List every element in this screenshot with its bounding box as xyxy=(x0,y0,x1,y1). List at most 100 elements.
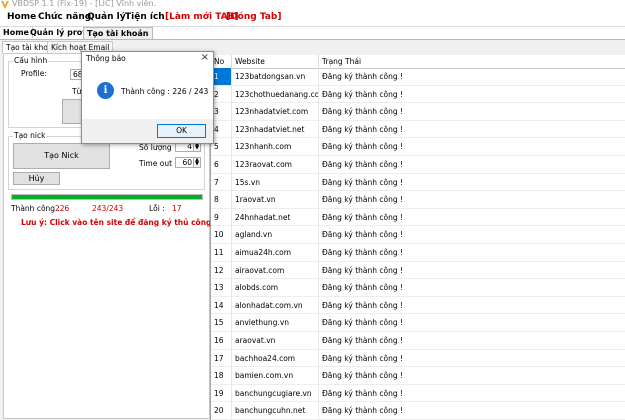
error-count: 17 xyxy=(172,204,182,213)
website-link[interactable]: banchungcugiare.vn xyxy=(232,384,319,402)
status-cell: Đăng ký thành công ! xyxy=(322,318,404,328)
menu-functions[interactable]: Chức năng xyxy=(38,12,91,22)
row-number: 1 xyxy=(211,68,232,85)
status-cell: Đăng ký thành công ! xyxy=(322,89,404,99)
table-row[interactable]: 10 agland.vn Đăng ký thành công ! xyxy=(211,226,625,244)
website-link[interactable]: alobds.com xyxy=(232,279,319,297)
website-link[interactable]: 123batdongsan.vn xyxy=(232,68,319,85)
row-number: 11 xyxy=(211,244,232,261)
menu-bar: Home Chức năng Quản lý Tiện ích [Làm mới… xyxy=(0,10,625,27)
table-row[interactable]: 8 1raovat.vn Đăng ký thành công ! xyxy=(211,191,625,209)
menu-home[interactable]: Home xyxy=(7,12,36,22)
website-link[interactable]: 24hnhadat.net xyxy=(232,208,319,226)
table-row[interactable]: 17 bachhoa24.com Đăng ký thành công ! xyxy=(211,349,625,368)
document-tabs: Home Quản lý profile Tạo tài khoản xyxy=(0,27,625,40)
status-cell: Đăng ký thành công ! xyxy=(322,160,404,169)
notification-dialog: Thông báo × i Thành công : 226 / 243 OK xyxy=(81,51,214,144)
table-row[interactable]: 19 banchungcugiare.vn Đăng ký thành công ! xyxy=(211,384,625,403)
row-number: 5 xyxy=(211,138,232,156)
manual-registration-note: Lưu ý: Click vào tên site để đăng ký thủ… xyxy=(21,218,215,227)
table-row[interactable]: 3 123nhadatviet.com Đăng ký thành công ! xyxy=(211,103,625,121)
row-number: 12 xyxy=(211,261,232,279)
create-group: Tạo nick Tạo Nick Hủy Số lượng 4 ▲ ▼ Time… xyxy=(8,131,205,190)
status-cell: Đăng ký thành công ! xyxy=(322,248,404,257)
table-row[interactable]: 13 alobds.com Đăng ký thành công ! xyxy=(211,279,625,297)
row-number: 10 xyxy=(211,226,232,244)
column-header-status[interactable]: Trạng Thái xyxy=(319,55,625,68)
website-link[interactable]: bamien.com.vn xyxy=(232,367,319,385)
row-number: 4 xyxy=(211,120,232,138)
column-header-website[interactable]: Website xyxy=(232,55,319,68)
table-row[interactable]: 9 24hnhadat.net Đăng ký thành công ! xyxy=(211,208,625,227)
table-row[interactable]: 5 123nhanh.com Đăng ký thành công ! xyxy=(211,138,625,156)
table-header: No Website Trạng Thái xyxy=(211,55,625,69)
window-title: VBDSP 1.1 (Fix-19) - [LIC] Vĩnh viễn. xyxy=(12,0,157,8)
table-row[interactable]: 6 123raovat.com Đăng ký thành công ! xyxy=(211,156,625,174)
website-link[interactable]: 123nhanh.com xyxy=(232,138,319,156)
ok-button[interactable]: OK xyxy=(157,124,206,138)
create-nick-button[interactable]: Tạo Nick xyxy=(13,143,110,169)
row-number: 8 xyxy=(211,191,232,209)
progress-bar xyxy=(11,194,203,200)
config-group-title: Cấu hình xyxy=(13,56,49,65)
dialog-title: Thông báo xyxy=(86,54,126,63)
status-cell: Đăng ký thành công ! xyxy=(322,300,404,310)
table-row[interactable]: 14 alonhadat.com.vn Đăng ký thành công ! xyxy=(211,296,625,315)
create-group-title: Tạo nick xyxy=(13,131,47,140)
table-row[interactable]: 18 bamien.com.vn Đăng ký thành công ! xyxy=(211,367,625,385)
timeout-spin-icon[interactable]: ▲ ▼ xyxy=(193,158,200,167)
row-number: 9 xyxy=(211,208,232,226)
tab-create-account[interactable]: Tạo tài khoản xyxy=(83,27,153,39)
row-number: 20 xyxy=(211,402,232,420)
status-cell: Đăng ký thành công ! xyxy=(322,124,404,134)
status-cell: Đăng ký thành công ! xyxy=(322,72,404,81)
menu-manage[interactable]: Quản lý xyxy=(87,12,126,22)
website-link[interactable]: aimua24h.com xyxy=(232,244,319,261)
website-link[interactable]: alonhadat.com.vn xyxy=(232,296,319,314)
status-cell: Đăng ký thành công ! xyxy=(322,406,404,416)
website-link[interactable]: banchungcuhn.net xyxy=(232,402,319,420)
website-link[interactable]: agland.vn xyxy=(232,226,319,244)
status-cell: Đăng ký thành công ! xyxy=(322,371,404,381)
menu-utilities[interactable]: Tiện ích xyxy=(125,12,165,22)
table-row[interactable]: 2 123chothuedanang.com Đăng ký thành công … xyxy=(211,85,625,104)
status-cell: Đăng ký thành công ! xyxy=(322,283,404,293)
website-link[interactable]: anviethung.vn xyxy=(232,314,319,332)
row-number: 3 xyxy=(211,103,232,121)
success-count: 226 xyxy=(55,204,70,213)
website-link[interactable]: 15s.vn xyxy=(232,173,319,191)
table-row[interactable]: 1 123batdongsan.vn Đăng ký thành công ! xyxy=(211,68,625,86)
success-label: Thành công : xyxy=(11,204,60,213)
website-link[interactable]: airaovat.com xyxy=(232,261,319,279)
close-icon[interactable]: × xyxy=(201,52,209,63)
website-link[interactable]: 123chothuedanang.com xyxy=(232,85,319,103)
table-row[interactable]: 15 anviethung.vn Đăng ký thành công ! xyxy=(211,314,625,332)
quantity-label: Số lượng xyxy=(139,143,172,152)
results-table: No Website Trạng Thái 1 123batdongsan.vn Đ… xyxy=(210,55,625,420)
row-number: 16 xyxy=(211,332,232,349)
website-link[interactable]: 1raovat.vn xyxy=(232,191,319,209)
table-row[interactable]: 11 aimua24h.com Đăng ký thành công ! xyxy=(211,244,625,262)
website-link[interactable]: 123nhadatviet.com xyxy=(232,103,319,121)
row-number: 19 xyxy=(211,384,232,402)
profile-label: Profile: xyxy=(21,69,47,78)
table-row[interactable]: 20 banchungcuhn.net Đăng ký thành công ! xyxy=(211,402,625,420)
website-link[interactable]: 123raovat.com xyxy=(232,156,319,173)
menu-close-tab[interactable]: [Đóng Tab] xyxy=(226,12,281,22)
status-cell: Đăng ký thành công ! xyxy=(322,336,404,345)
table-row[interactable]: 7 15s.vn Đăng ký thành công ! xyxy=(211,173,625,192)
row-number: 13 xyxy=(211,279,232,297)
row-number: 14 xyxy=(211,296,232,314)
cancel-button[interactable]: Hủy xyxy=(13,172,60,185)
table-row[interactable]: 12 airaovat.com Đăng ký thành công ! xyxy=(211,261,625,280)
website-link[interactable]: 123nhadatviet.net xyxy=(232,120,319,138)
row-number: 18 xyxy=(211,367,232,385)
table-row[interactable]: 4 123nhadatviet.net Đăng ký thành công ! xyxy=(211,120,625,139)
column-header-no[interactable]: No xyxy=(211,55,232,68)
status-cell: Đăng ký thành công ! xyxy=(322,212,404,222)
table-row[interactable]: 16 araovat.vn Đăng ký thành công ! xyxy=(211,332,625,350)
website-link[interactable]: araovat.vn xyxy=(232,332,319,349)
title-bar: VBDSP 1.1 (Fix-19) - [LIC] Vĩnh viễn. xyxy=(0,0,625,10)
row-number: 15 xyxy=(211,314,232,332)
website-link[interactable]: bachhoa24.com xyxy=(232,349,319,367)
